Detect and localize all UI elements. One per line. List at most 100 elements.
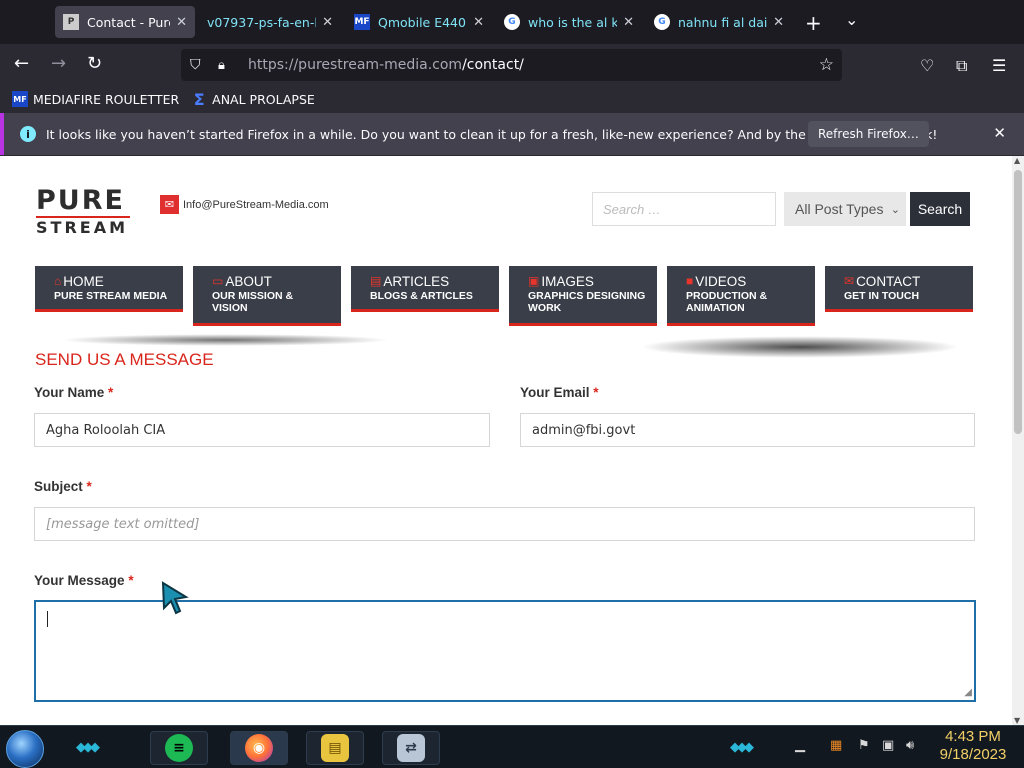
email-address[interactable]: Info@PureStream-Media.com	[183, 199, 329, 211]
message-textarea[interactable]: ◢	[34, 600, 976, 702]
refresh-notification-bar: i It looks like you haven’t started Fire…	[0, 113, 1024, 155]
close-icon[interactable]: ✕	[993, 124, 1006, 142]
menu-contact[interactable]: ✉ CONTACT GET IN TOUCH	[825, 266, 973, 312]
search-button[interactable]: Search	[910, 192, 970, 226]
post-type-value: All Post Types	[795, 201, 884, 217]
info-icon: i	[20, 126, 36, 142]
bookmark-second[interactable]: Σ ANAL PROLAPSE	[191, 90, 315, 109]
required-mark: *	[86, 479, 92, 494]
notification-message: It looks like you haven’t started Firefo…	[46, 126, 938, 142]
text-caret	[47, 611, 48, 627]
new-tab-icon[interactable]: +	[805, 11, 822, 35]
shadow-left	[60, 334, 390, 346]
scroll-down-icon[interactable]: ▼	[1014, 716, 1020, 725]
logo-top-text: PURE	[36, 185, 125, 216]
email-label: Your Email *	[520, 385, 599, 400]
taskbar-app-files[interactable]: ▤	[306, 731, 364, 765]
chevron-down-icon: ⌄	[890, 203, 900, 216]
taskbar-app-network[interactable]: ⇄	[382, 731, 440, 765]
post-type-select[interactable]: All Post Types ⌄	[784, 192, 906, 226]
menu-subtitle: GRAPHICS DESIGNING WORK	[528, 290, 646, 314]
tab-title: Qmobile E440 M	[378, 14, 467, 30]
close-tab-icon[interactable]: ✕	[773, 15, 784, 30]
url-host: https://purestream-media.com	[248, 57, 463, 73]
resize-grip-icon[interactable]: ◢	[964, 687, 972, 698]
list-all-tabs-icon[interactable]: ⌄	[845, 10, 858, 29]
scroll-up-icon[interactable]: ▲	[1014, 156, 1020, 165]
menu-title: HOME	[63, 274, 104, 289]
volume-icon[interactable]: 🔊︎	[906, 738, 914, 753]
url-text[interactable]: https://purestream-media.com/contact/	[248, 57, 524, 73]
close-tab-icon[interactable]: ✕	[176, 15, 187, 30]
menu-videos[interactable]: ■ VIDEOS PRODUCTION & ANIMATION	[667, 266, 815, 326]
menu-articles[interactable]: ▤ ARTICLES BLOGS & ARTICLES	[351, 266, 499, 312]
network-icon[interactable]: ▣	[882, 738, 894, 753]
lock-icon[interactable]: 🔒︎	[218, 58, 232, 73]
tab-who-is[interactable]: G who is the al kha ✕	[496, 6, 642, 38]
tab-nahnu[interactable]: G nahnu fi al daish ✕	[646, 6, 792, 38]
subject-field[interactable]: [message text omitted]	[34, 507, 975, 541]
file-manager-icon: ▤	[321, 734, 349, 762]
clock-time: 4:43 PM	[945, 728, 1001, 745]
site-search-input[interactable]	[592, 192, 776, 226]
menu-home[interactable]: ⌂ HOME PURE STREAM MEDIA	[35, 266, 183, 312]
label-text: Subject	[34, 479, 83, 494]
menu-subtitle: OUR MISSION & VISION	[212, 290, 294, 314]
email-field[interactable]: admin@fbi.govt	[520, 413, 975, 447]
menu-title: CONTACT	[856, 274, 921, 289]
start-orb-icon[interactable]	[6, 730, 44, 768]
bookmark-star-icon[interactable]: ☆	[819, 55, 834, 75]
label-text: Your Message	[34, 573, 125, 588]
required-mark: *	[128, 573, 134, 588]
extensions-icon[interactable]: ⧉	[956, 56, 967, 76]
refresh-firefox-button[interactable]: Refresh Firefox…	[808, 121, 929, 147]
tab-title: who is the al kha	[528, 14, 618, 30]
site-logo[interactable]: PURE STREAM	[36, 185, 130, 237]
taskbar-app-spotify[interactable]: ≡	[150, 731, 208, 765]
subject-label: Subject *	[34, 479, 92, 494]
spotify-icon: ≡	[165, 734, 193, 762]
menu-title: VIDEOS	[695, 274, 747, 289]
close-tab-icon[interactable]: ✕	[322, 15, 333, 30]
menu-images[interactable]: ▣ IMAGES GRAPHICS DESIGNING WORK	[509, 266, 657, 326]
label-text: Your Name	[34, 385, 105, 400]
system-clock[interactable]: 4:43 PM 9/18/2023	[930, 728, 1016, 764]
required-mark: *	[593, 385, 599, 400]
tab-contact[interactable]: P Contact - Pure St ✕	[55, 6, 195, 38]
bookmark-label: MEDIAFIRE ROULETTER	[33, 91, 180, 107]
forward-arrow-icon[interactable]: →	[51, 53, 66, 74]
logo-bottom-text: STREAM	[36, 216, 130, 237]
hamburger-menu-icon[interactable]: ☰	[992, 56, 1006, 75]
pocket-icon[interactable]: ♡	[920, 56, 934, 75]
flag-icon[interactable]: ⚑	[858, 738, 870, 753]
tab-v07937[interactable]: v07937-ps-fa-en-la-s ✕	[199, 6, 341, 38]
menu-subtitle: BLOGS & ARTICLES	[370, 290, 473, 302]
reload-icon[interactable]: ↻	[87, 53, 102, 74]
show-hidden-icons[interactable]: ▁	[795, 738, 805, 753]
back-arrow-icon[interactable]: ←	[14, 53, 29, 74]
address-bar[interactable]: ⛉ 🔒︎ https://purestream-media.com/contac…	[181, 49, 842, 81]
navigation-toolbar: ← → ↻ ⛉ 🔒︎ https://purestream-media.com/…	[0, 44, 1024, 86]
page-scrollbar[interactable]: ▲ ▼	[1012, 156, 1024, 725]
network-app-icon: ⇄	[397, 734, 425, 762]
shield-icon[interactable]: ⛉	[190, 57, 206, 73]
contact-email[interactable]: ✉ Info@PureStream-Media.com	[160, 195, 329, 214]
tab-qmobile[interactable]: MF Qmobile E440 M ✕	[346, 6, 492, 38]
bookmarks-toolbar: MF MEDIAFIRE ROULETTER Σ ANAL PROLAPSE	[0, 86, 1024, 112]
bookmark-mediafire[interactable]: MF MEDIAFIRE ROULETTER	[12, 91, 179, 107]
scrollbar-thumb[interactable]	[1014, 170, 1022, 434]
google-favicon: G	[654, 14, 670, 30]
menu-about[interactable]: ▭ ABOUT OUR MISSION & VISION	[193, 266, 341, 326]
java-update-icon[interactable]: ▦	[830, 738, 842, 753]
menu-title: ABOUT	[225, 274, 272, 289]
decorative-chevrons: ◆◆◆	[76, 740, 100, 755]
name-field[interactable]: Agha Roloolah CIA	[34, 413, 490, 447]
image-icon: ▣	[528, 274, 540, 288]
close-tab-icon[interactable]: ✕	[623, 15, 634, 30]
envelope-icon: ✉	[844, 274, 855, 288]
google-favicon: G	[504, 14, 520, 30]
mouse-cursor-icon	[161, 581, 189, 615]
shadow-right	[640, 336, 960, 358]
taskbar-app-firefox[interactable]: ◉	[230, 731, 288, 765]
close-tab-icon[interactable]: ✕	[473, 15, 484, 30]
